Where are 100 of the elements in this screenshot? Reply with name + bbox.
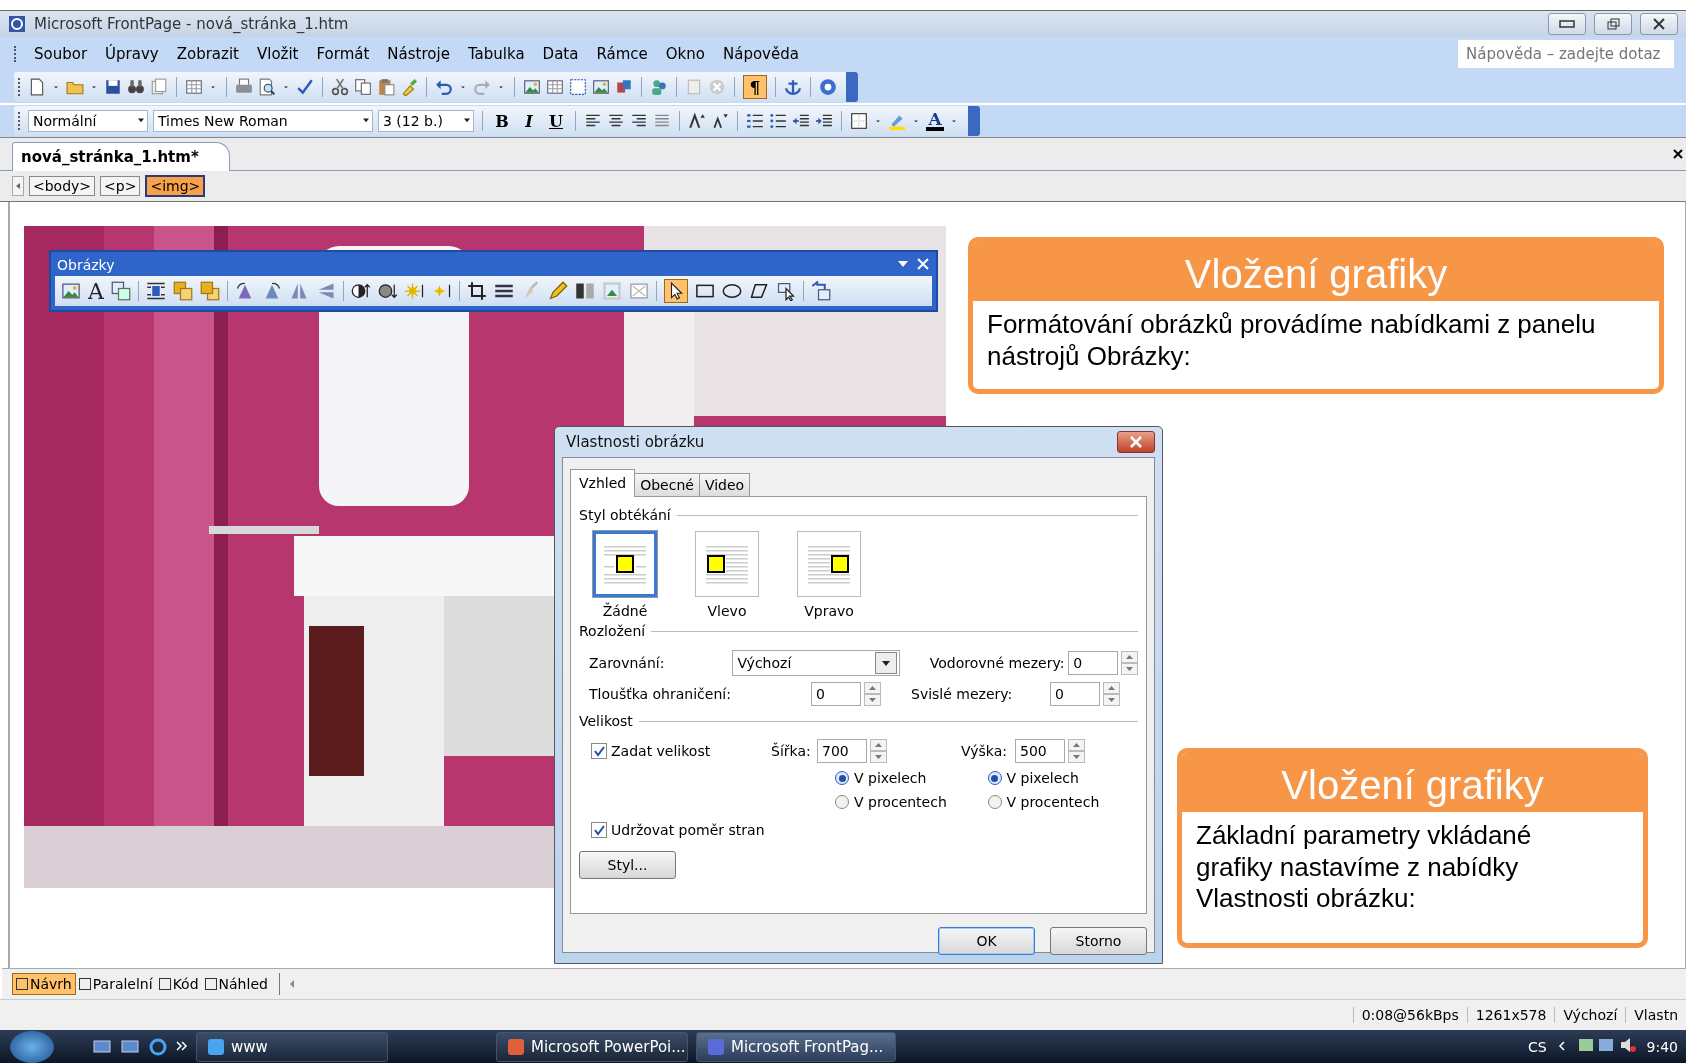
grid-icon[interactable] [185, 78, 203, 96]
style-button[interactable]: Styl... [579, 851, 676, 879]
menu-item[interactable]: Rámce [587, 42, 657, 66]
tag-button[interactable]: <p> [100, 176, 141, 196]
view-tab[interactable]: Kód [155, 974, 202, 994]
menu-item[interactable]: Nápověda [713, 42, 808, 66]
spinner-icon[interactable] [1121, 650, 1138, 675]
close-button[interactable] [1640, 13, 1678, 35]
cancel-button[interactable]: Storno [1050, 927, 1147, 955]
grid-icon[interactable] [546, 78, 564, 96]
text-wrap-icon[interactable] [145, 281, 166, 301]
picture-icon[interactable] [523, 78, 541, 96]
menu-item[interactable]: Data [533, 42, 588, 66]
view-tab[interactable]: Paralelní [75, 974, 156, 994]
page-icon[interactable] [28, 78, 46, 96]
height-field[interactable]: 500 [1015, 738, 1065, 763]
printer-icon[interactable] [235, 78, 253, 96]
font-dropdown[interactable]: Times New Roman [153, 110, 373, 132]
picture-icon[interactable] [592, 78, 610, 96]
taskbar-button[interactable]: Microsoft FrontPag... [696, 1031, 896, 1062]
crop-icon[interactable] [466, 281, 487, 301]
border-thickness-field[interactable]: 0 [811, 681, 861, 706]
clipboard-icon[interactable] [377, 78, 395, 96]
spinner-icon[interactable] [870, 738, 887, 763]
border-icon[interactable] [850, 112, 868, 130]
blocks-icon[interactable] [615, 78, 633, 96]
menu-item[interactable]: Tabulka [458, 42, 534, 66]
squares-icon[interactable] [199, 281, 220, 301]
bulleted-list-icon[interactable] [769, 112, 787, 130]
style-dropdown[interactable]: Normální [28, 110, 148, 132]
view-tab[interactable]: Náhled [201, 974, 271, 994]
menu-item[interactable]: Nástroje [378, 42, 459, 66]
spinner-icon[interactable] [1103, 681, 1120, 706]
radio-button[interactable] [835, 795, 849, 809]
contrast-down-icon[interactable] [377, 281, 398, 301]
brush-icon[interactable] [400, 78, 418, 96]
vertical-spacing-field[interactable]: 0 [1050, 681, 1100, 706]
taskbar-button[interactable]: Microsoft PowerPoi... [496, 1031, 688, 1062]
browser-icon[interactable] [148, 1036, 168, 1057]
color-tiles-icon[interactable] [574, 281, 595, 301]
page-magnifier-icon[interactable] [258, 78, 276, 96]
picture-icon[interactable] [61, 281, 81, 301]
pages-icon[interactable] [150, 78, 168, 96]
formatting-marks-button[interactable]: ¶ [743, 75, 767, 99]
pointer-button[interactable] [663, 279, 688, 303]
menu-item[interactable]: Zobrazit [167, 42, 248, 66]
alignment-dropdown[interactable]: Výchozí [732, 649, 900, 676]
picture-frame-icon[interactable] [601, 281, 622, 301]
radio-button[interactable] [835, 771, 849, 785]
menu-item[interactable]: Vložit [247, 42, 308, 66]
numbered-list-icon[interactable] [746, 112, 764, 130]
dialog-tab[interactable]: Video [698, 473, 751, 496]
pointer-picture-icon[interactable] [775, 281, 796, 301]
radio-label[interactable]: V procentech [1006, 794, 1100, 810]
radio-label[interactable]: V procentech [854, 794, 947, 810]
keep-ratio-checkbox[interactable]: Udržovat poměr stran [591, 821, 765, 838]
help-icon[interactable] [819, 78, 837, 96]
pictures-icon[interactable] [110, 281, 131, 301]
undo-picture-icon[interactable] [810, 281, 831, 301]
restore-button[interactable] [1594, 13, 1632, 35]
font-size-dropdown[interactable]: 3 (12 b.) [378, 110, 474, 132]
contrast-up-icon[interactable] [350, 281, 371, 301]
font-grow-icon[interactable] [688, 112, 706, 130]
squares-icon[interactable] [172, 281, 193, 301]
view-tab[interactable]: Návrh [12, 973, 76, 995]
start-button[interactable] [10, 1030, 54, 1063]
italic-button[interactable]: I [518, 110, 540, 132]
scroll-left-button[interactable] [12, 176, 24, 196]
close-button[interactable] [1117, 431, 1155, 453]
pencil-icon[interactable] [547, 281, 568, 301]
ok-button[interactable]: OK [938, 927, 1035, 955]
flip-horizontal-icon[interactable] [288, 281, 309, 301]
scissors-icon[interactable] [331, 78, 349, 96]
anchor-icon[interactable] [784, 78, 802, 96]
radio-label[interactable]: V pixelech [1006, 770, 1079, 786]
tag-button[interactable]: <img> [145, 175, 206, 197]
ellipse-icon[interactable] [721, 281, 742, 301]
taskbar-button[interactable]: www [196, 1031, 388, 1062]
dialog-tab[interactable]: Vzhled [570, 469, 636, 497]
font-color-button[interactable]: A [926, 111, 944, 131]
width-field[interactable]: 700 [817, 738, 867, 763]
dialog-tab[interactable]: Obecné [634, 473, 700, 496]
horizontal-spacing-field[interactable]: 0 [1068, 650, 1118, 675]
polygon-icon[interactable] [748, 281, 769, 301]
menu-item[interactable]: Úpravy [96, 42, 168, 66]
minimize-button[interactable] [1548, 13, 1586, 35]
menu-item[interactable]: Soubor [25, 42, 97, 66]
tag-button[interactable]: <body> [29, 176, 96, 196]
help-search-field[interactable]: Nápověda – zadejte dotaz [1458, 40, 1674, 68]
frame-icon[interactable] [569, 78, 587, 96]
radio-label[interactable]: V pixelech [854, 770, 927, 786]
radio-button[interactable] [987, 771, 1002, 785]
copy-icon[interactable] [354, 78, 372, 96]
checkmark-icon[interactable] [296, 78, 314, 96]
spinner-icon[interactable] [1068, 738, 1085, 763]
menu-item[interactable]: Okno [656, 42, 714, 66]
people-icon[interactable] [650, 78, 668, 96]
bold-button[interactable]: B [491, 110, 513, 132]
binoculars-icon[interactable] [127, 78, 145, 96]
undo-icon[interactable] [435, 78, 453, 96]
